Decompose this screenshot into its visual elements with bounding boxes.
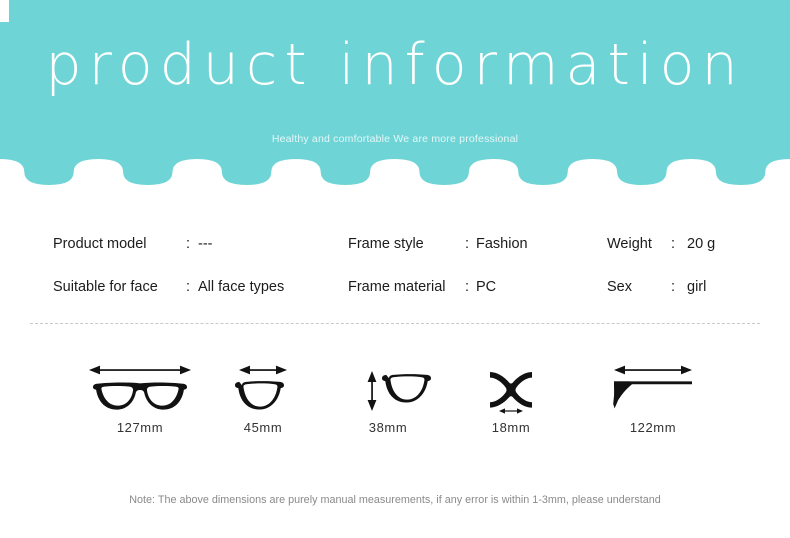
measurement-disclaimer-note: Note: The above dimensions are purely ma… bbox=[129, 494, 661, 506]
spec-row: Suitable for face : All face types Frame… bbox=[0, 274, 790, 300]
spec-label: Sex bbox=[607, 279, 632, 295]
spec-row: Product model : --- Frame style : Fashio… bbox=[0, 231, 790, 257]
spec-colon: : bbox=[464, 236, 470, 252]
spec-label: Weight bbox=[607, 236, 652, 252]
dimension-label: 18mm bbox=[491, 420, 531, 435]
spec-item-suitable-for-face: Suitable for face : All face types bbox=[53, 274, 343, 300]
dimension-label: 122mm bbox=[629, 420, 677, 435]
section-divider bbox=[30, 323, 760, 324]
spec-item-frame-material: Frame material : PC bbox=[348, 274, 603, 300]
specification-table: Product model : --- Frame style : Fashio… bbox=[0, 225, 790, 310]
header-banner: product information Healthy and comforta… bbox=[0, 0, 790, 190]
dimension-item-temple-length: 122mm bbox=[578, 360, 728, 450]
spec-colon: : bbox=[670, 236, 676, 252]
spec-item-weight: Weight : 20 g bbox=[607, 231, 787, 257]
spec-value: Fashion bbox=[476, 236, 528, 252]
corner-notch bbox=[0, 0, 9, 22]
spec-value: All face types bbox=[198, 279, 285, 295]
spec-label: Product model bbox=[53, 236, 147, 252]
spec-colon: : bbox=[464, 279, 470, 295]
spec-label: Frame style bbox=[348, 236, 424, 252]
spec-colon: : bbox=[185, 279, 191, 295]
dimension-diagram-row: 127mm 45mm 38mm 18mm 122mm bbox=[0, 360, 790, 450]
spec-colon: : bbox=[185, 236, 191, 252]
page-title: product information bbox=[45, 32, 745, 98]
spec-colon: : bbox=[670, 279, 676, 295]
spec-label: Suitable for face bbox=[53, 279, 158, 295]
spec-item-product-model: Product model : --- bbox=[53, 231, 343, 257]
spec-value: --- bbox=[198, 236, 213, 252]
page-subtitle: Healthy and comfortable We are more prof… bbox=[271, 133, 519, 145]
product-information-page: product information Healthy and comforta… bbox=[0, 0, 790, 538]
bridge-width-icon bbox=[436, 360, 586, 418]
spec-item-frame-style: Frame style : Fashion bbox=[348, 231, 603, 257]
spec-label: Frame material bbox=[348, 279, 446, 295]
dimension-item-bridge-width: 18mm bbox=[436, 360, 586, 450]
spec-value: girl bbox=[687, 279, 707, 295]
temple-arm-length-icon bbox=[578, 360, 728, 418]
spec-value: PC bbox=[476, 279, 497, 295]
spec-item-sex: Sex : girl bbox=[607, 274, 787, 300]
spec-value: 20 g bbox=[687, 236, 716, 252]
